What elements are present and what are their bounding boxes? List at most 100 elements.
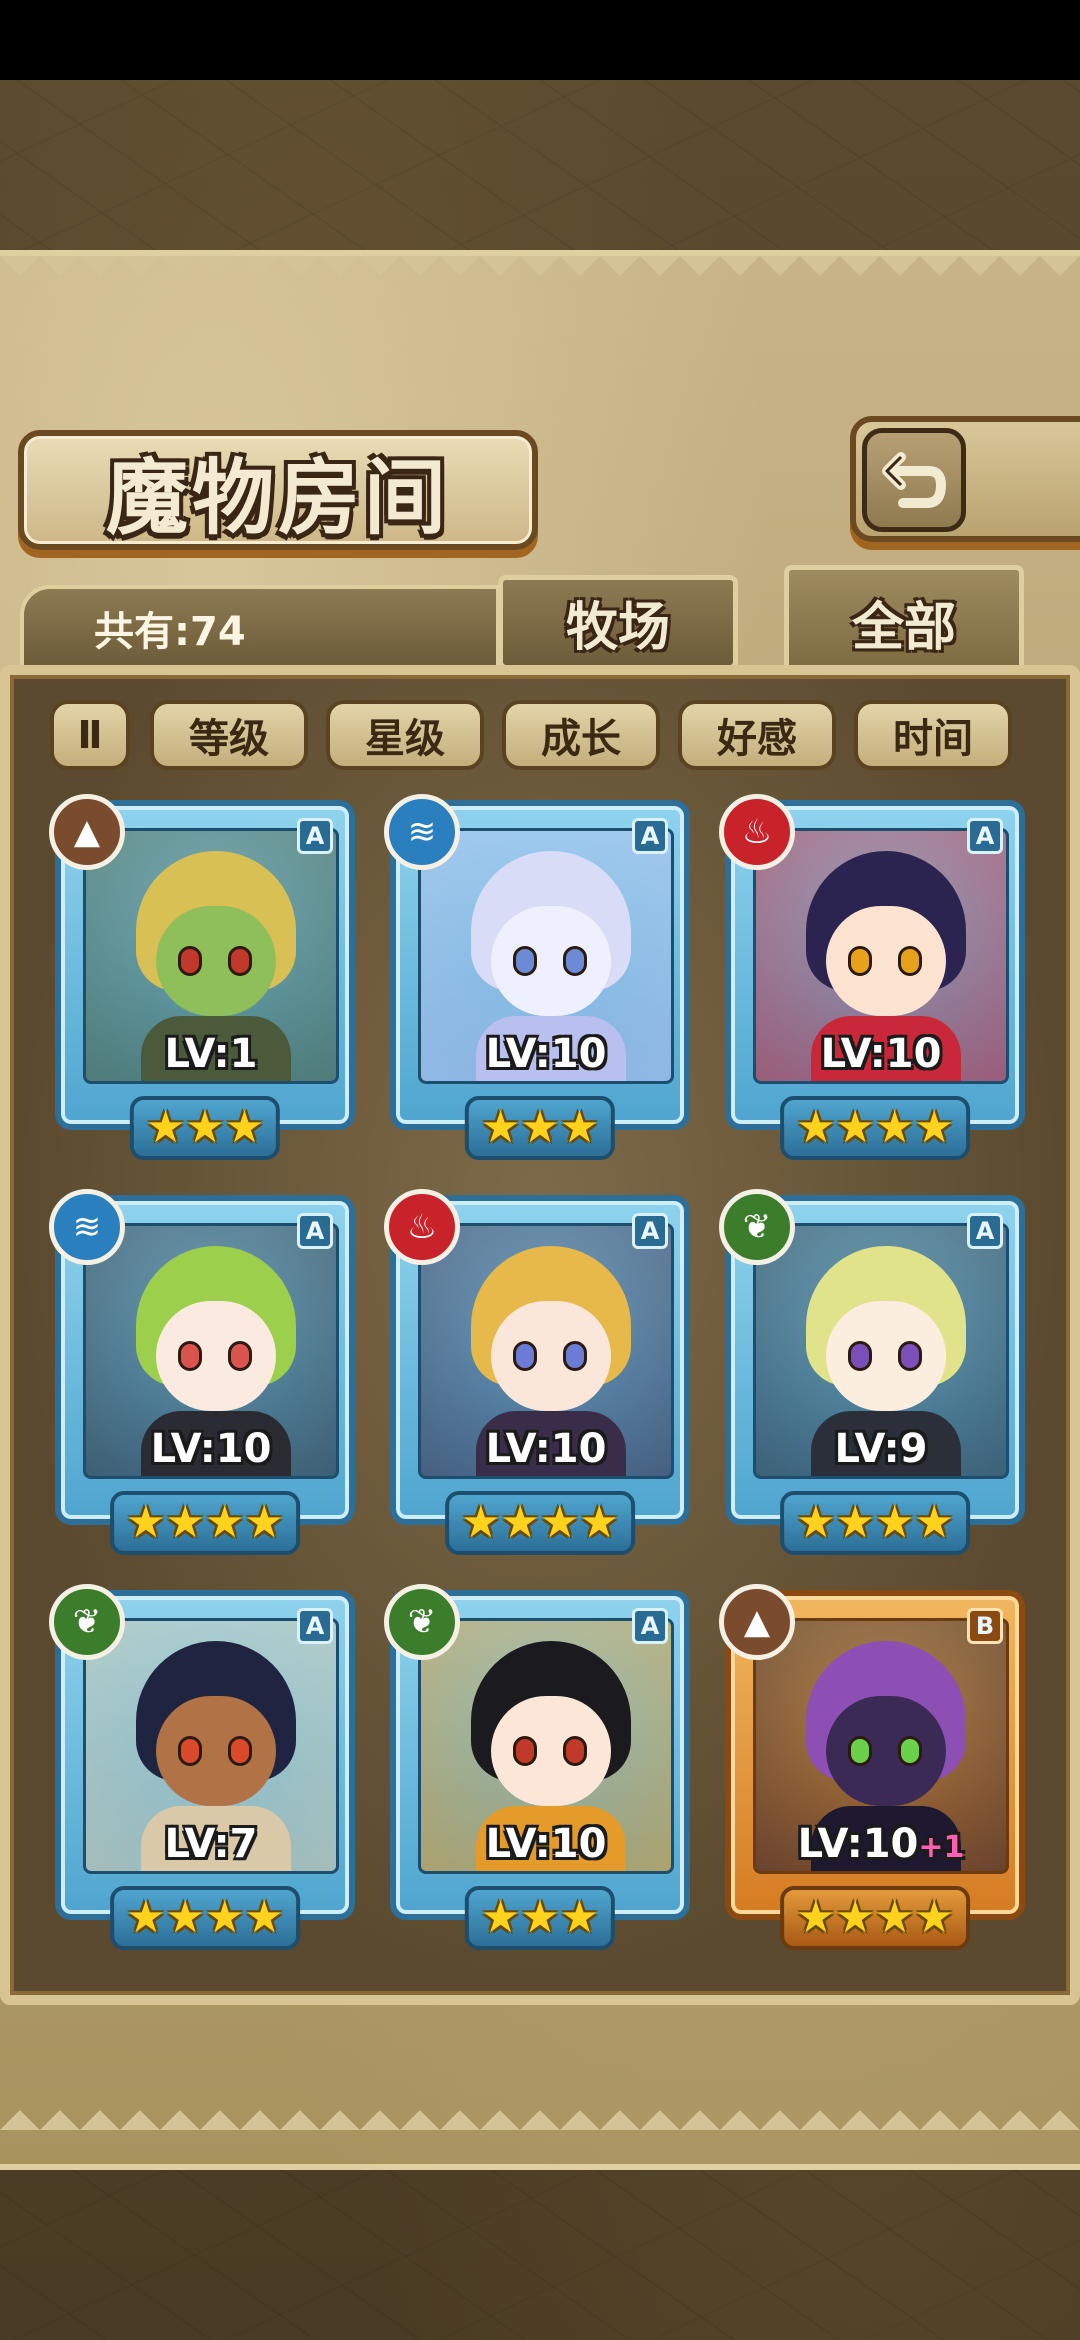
rank-badge: B — [967, 1608, 1003, 1644]
portrait-face — [826, 1301, 946, 1411]
sort-order-toggle[interactable]: Ⅱ — [50, 700, 130, 770]
monster-portrait: LV:10+1 — [753, 1618, 1009, 1874]
monster-count: 共有:74 — [20, 585, 500, 670]
parchment-edge-top — [0, 256, 1080, 296]
monster-portrait: LV:10 — [418, 828, 674, 1084]
star-rating: ★★★★ — [110, 1491, 300, 1555]
sort-time-button[interactable]: 时间 — [854, 700, 1012, 770]
rank-badge: A — [297, 1213, 333, 1249]
portrait-eye — [228, 1341, 252, 1371]
star-icons: ★★★★ — [461, 1497, 619, 1548]
monster-portrait: LV:10 — [418, 1223, 674, 1479]
monster-portrait: LV:10 — [753, 828, 1009, 1084]
level-label: LV:7 — [164, 1821, 258, 1867]
sort-growth-button[interactable]: 成长 — [502, 700, 660, 770]
portrait-eye — [178, 946, 202, 976]
portrait-eye — [563, 946, 587, 976]
mountain-icon: ▲ — [719, 1584, 795, 1660]
portrait-eye — [513, 946, 537, 976]
sort-affection-button[interactable]: 好感 — [678, 700, 836, 770]
portrait-eye — [563, 1341, 587, 1371]
portrait-face — [491, 906, 611, 1016]
portrait-eye — [848, 946, 872, 976]
level-label: LV:1 — [164, 1031, 258, 1077]
monster-card[interactable]: LV:10 A ≋ ★★★★ — [49, 1189, 355, 1555]
star-icons: ★★★★ — [796, 1497, 954, 1548]
star-icons: ★★★★ — [796, 1102, 954, 1153]
portrait-face — [826, 906, 946, 1016]
monster-portrait: LV:10 — [83, 1223, 339, 1479]
title-plate: 魔物房间 — [18, 430, 538, 550]
rank-badge: A — [632, 1213, 668, 1249]
leaf-icon: ❦ — [49, 1584, 125, 1660]
portrait-eye — [178, 1736, 202, 1766]
mountain-icon: ▲ — [49, 794, 125, 870]
tab-ranch[interactable]: 牧场 — [498, 575, 738, 670]
star-icons: ★★★ — [480, 1892, 600, 1943]
portrait-eye — [228, 1736, 252, 1766]
portrait-face — [491, 1696, 611, 1806]
monster-portrait: LV:10 — [418, 1618, 674, 1874]
portrait-eye — [898, 946, 922, 976]
monster-card[interactable]: LV:10 A ❦ ★★★ — [384, 1584, 690, 1950]
level-label: LV:10+1 — [797, 1821, 965, 1867]
portrait-eye — [563, 1736, 587, 1766]
star-rating: ★★★ — [464, 1886, 616, 1950]
flame-icon: ♨ — [719, 794, 795, 870]
portrait-eye — [178, 1341, 202, 1371]
portrait-eye — [228, 946, 252, 976]
flame-icon: ♨ — [384, 1189, 460, 1265]
rank-badge: A — [632, 1608, 668, 1644]
level-label: LV:10 — [150, 1426, 272, 1472]
level-bonus: +1 — [918, 1830, 965, 1865]
portrait-eye — [898, 1341, 922, 1371]
portrait-eye — [848, 1341, 872, 1371]
tab-all[interactable]: 全部 — [784, 565, 1024, 680]
portrait-face — [156, 1301, 276, 1411]
parchment-edge-bottom — [0, 2090, 1080, 2130]
portrait-face — [491, 1301, 611, 1411]
sort-level-button[interactable]: 等级 — [150, 700, 308, 770]
star-rating: ★★★ — [129, 1096, 281, 1160]
monster-card[interactable]: LV:9 A ❦ ★★★★ — [719, 1189, 1025, 1555]
rank-badge: A — [632, 818, 668, 854]
rank-badge: A — [967, 1213, 1003, 1249]
level-label: LV:10 — [485, 1031, 607, 1077]
monster-card[interactable]: LV:7 A ❦ ★★★★ — [49, 1584, 355, 1950]
star-rating: ★★★★ — [445, 1491, 635, 1555]
monster-card[interactable]: LV:10+1 B ▲ ★★★★ — [719, 1584, 1025, 1950]
monster-card[interactable]: LV:10 A ♨ ★★★★ — [384, 1189, 690, 1555]
portrait-eye — [513, 1736, 537, 1766]
portrait-face — [156, 1696, 276, 1806]
star-rating: ★★★★ — [780, 1886, 970, 1950]
monster-portrait: LV:1 — [83, 828, 339, 1084]
monster-card[interactable]: LV:10 A ≋ ★★★ — [384, 794, 690, 1160]
level-label: LV:10 — [820, 1031, 942, 1077]
portrait-eye — [848, 1736, 872, 1766]
portrait-eye — [513, 1341, 537, 1371]
rank-badge: A — [297, 818, 333, 854]
water-icon: ≋ — [384, 794, 460, 870]
sort-bar: Ⅱ 等级 星级 成长 好感 时间 — [50, 700, 1030, 770]
leaf-icon: ❦ — [719, 1189, 795, 1265]
return-icon — [882, 452, 947, 508]
monster-card[interactable]: LV:1 A ▲ ★★★ — [49, 794, 355, 1160]
back-button[interactable] — [862, 428, 966, 532]
water-icon: ≋ — [49, 1189, 125, 1265]
star-icons: ★★★ — [480, 1102, 600, 1153]
monster-portrait: LV:7 — [83, 1618, 339, 1874]
level-label: LV:10 — [485, 1426, 607, 1472]
level-label: LV:9 — [834, 1426, 928, 1472]
star-icons: ★★★ — [145, 1102, 265, 1153]
sort-stars-button[interactable]: 星级 — [326, 700, 484, 770]
monster-card[interactable]: LV:10 A ♨ ★★★★ — [719, 794, 1025, 1160]
star-icons: ★★★★ — [126, 1497, 284, 1548]
star-rating: ★★★★ — [780, 1096, 970, 1160]
star-rating: ★★★ — [464, 1096, 616, 1160]
monster-portrait: LV:9 — [753, 1223, 1009, 1479]
star-icons: ★★★★ — [126, 1892, 284, 1943]
leaf-icon: ❦ — [384, 1584, 460, 1660]
star-icons: ★★★★ — [796, 1892, 954, 1943]
portrait-face — [826, 1696, 946, 1806]
star-rating: ★★★★ — [110, 1886, 300, 1950]
